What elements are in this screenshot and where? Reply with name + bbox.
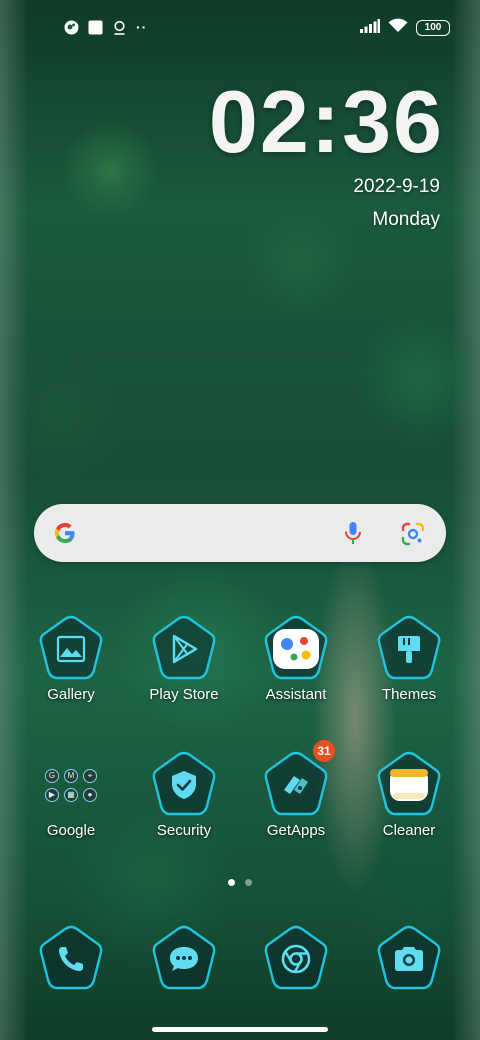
app-label: Google [46, 822, 96, 839]
app-label: Cleaner [382, 822, 436, 839]
page-dot-active [228, 879, 235, 886]
notification-badge: 31 [313, 740, 335, 762]
page-dot [245, 879, 252, 886]
app-label: Assistant [265, 686, 327, 703]
signal-icon [360, 18, 380, 38]
folder-mini-app-icon: ● [83, 787, 97, 802]
folder-mini-app-icon: ▦ [64, 787, 78, 802]
app-play-store[interactable]: Play Store [134, 614, 234, 703]
notification-icons: ·· [64, 19, 147, 35]
play-store-icon [149, 614, 219, 684]
app-label: Security [156, 822, 212, 839]
app-label: Play Store [149, 686, 219, 703]
clock-weekday: Monday [372, 209, 440, 230]
more-dots-icon: ·· [136, 19, 148, 35]
dock-chrome[interactable] [246, 924, 346, 994]
getapps-icon: 31 [261, 740, 335, 820]
home-gesture-bar[interactable] [152, 1027, 328, 1032]
folder-app-grid: G M ⌖ ▶ ▦ ● [42, 756, 100, 814]
dock-phone[interactable] [21, 924, 121, 994]
google-folder-icon: G M ⌖ ▶ ▦ ● [36, 750, 106, 820]
app-label: GetApps [266, 822, 326, 839]
folder-mini-app-icon: ▶ [45, 787, 59, 802]
page-indicator [0, 879, 480, 886]
square-notification-icon [88, 20, 103, 35]
phone-icon [36, 924, 106, 994]
status-bar: ·· 100 [0, 0, 480, 56]
folder-mini-app-icon: ⌖ [83, 768, 97, 783]
shield-check-icon [149, 750, 219, 820]
app-themes[interactable]: Themes [359, 614, 459, 703]
messages-icon [149, 924, 219, 994]
clock-time[interactable]: 02:36 [209, 78, 444, 166]
app-cleaner[interactable]: Cleaner [359, 750, 459, 839]
folder-mini-app-icon: M [64, 768, 78, 783]
dock-camera[interactable] [359, 924, 459, 994]
app-label: Themes [381, 686, 437, 703]
google-search-bar[interactable] [34, 504, 446, 562]
folder-mini-app-icon: G [45, 768, 59, 783]
system-status: 100 [360, 18, 450, 38]
location-pin-icon [112, 20, 127, 35]
paintbrush-icon [374, 614, 444, 684]
chrome-icon [261, 924, 331, 994]
microphone-icon[interactable] [340, 520, 366, 546]
app-label: Gallery [47, 686, 95, 703]
app-assistant[interactable]: Assistant [246, 614, 346, 703]
cleaner-icon [374, 750, 444, 820]
app-notification-icon [64, 20, 79, 35]
app-gallery[interactable]: Gallery [21, 614, 121, 703]
wifi-icon [388, 18, 408, 38]
google-lens-icon[interactable] [400, 521, 426, 547]
battery-indicator: 100 [416, 20, 450, 36]
folder-google[interactable]: G M ⌖ ▶ ▦ ● Google [21, 750, 121, 839]
google-logo-icon [52, 520, 78, 546]
dock-messages[interactable] [134, 924, 234, 994]
app-getapps[interactable]: 31 GetApps [246, 740, 346, 839]
camera-icon [374, 924, 444, 994]
clock-date: 2022-9-19 [353, 176, 440, 197]
app-security[interactable]: Security [134, 750, 234, 839]
gallery-icon [36, 614, 106, 684]
assistant-icon [261, 614, 331, 684]
